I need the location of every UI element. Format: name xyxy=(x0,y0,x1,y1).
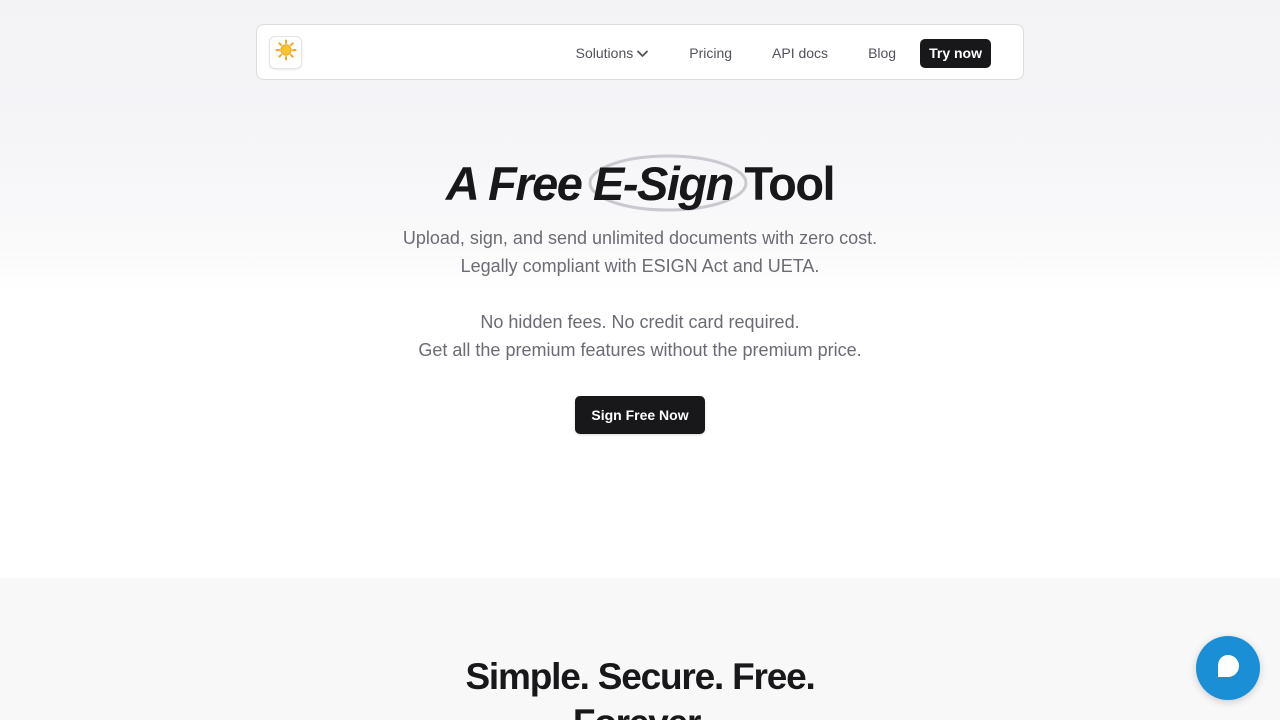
hero-subtitle-line4: Get all the premium features without the… xyxy=(418,340,862,360)
nav-api-docs-link[interactable]: API docs xyxy=(772,45,828,61)
page: Solutions Pricing API docs Blog Try now … xyxy=(0,0,1280,720)
hero-subtitle-line1: Upload, sign, and send unlimited documen… xyxy=(402,228,878,248)
hero-subtitle-line2: Legally compliant with ESIGN Act and UET… xyxy=(460,256,820,276)
hero-title: A Free E-Sign Tool xyxy=(0,154,1280,212)
hero-title-part1: A Free xyxy=(445,157,583,210)
sign-free-now-button[interactable]: Sign Free Now xyxy=(575,396,705,434)
hero-title-part2: Tool xyxy=(744,157,835,210)
hero-title-highlight-wrap: E-Sign xyxy=(588,154,748,212)
nav-solutions-label: Solutions xyxy=(575,45,634,61)
chevron-down-icon xyxy=(636,47,649,60)
chat-bubble-icon xyxy=(1215,653,1241,684)
hero-subtitle-line3: No hidden fees. No credit card required. xyxy=(480,312,800,332)
nav-pricing-link[interactable]: Pricing xyxy=(689,45,732,61)
logo[interactable] xyxy=(269,36,302,69)
nav-links: Solutions Pricing API docs Blog Try now xyxy=(576,38,991,68)
try-now-button[interactable]: Try now xyxy=(920,38,991,68)
chat-launcher-button[interactable] xyxy=(1196,636,1260,700)
hero-title-highlight: E-Sign xyxy=(593,157,734,210)
nav-solutions-dropdown[interactable]: Solutions xyxy=(576,45,650,61)
nav-blog-link[interactable]: Blog xyxy=(868,45,896,61)
features-section-title: Simple. Secure. Free. Forever. xyxy=(465,656,815,720)
top-navbar: Solutions Pricing API docs Blog Try now xyxy=(256,24,1024,80)
sun-icon xyxy=(275,39,297,66)
